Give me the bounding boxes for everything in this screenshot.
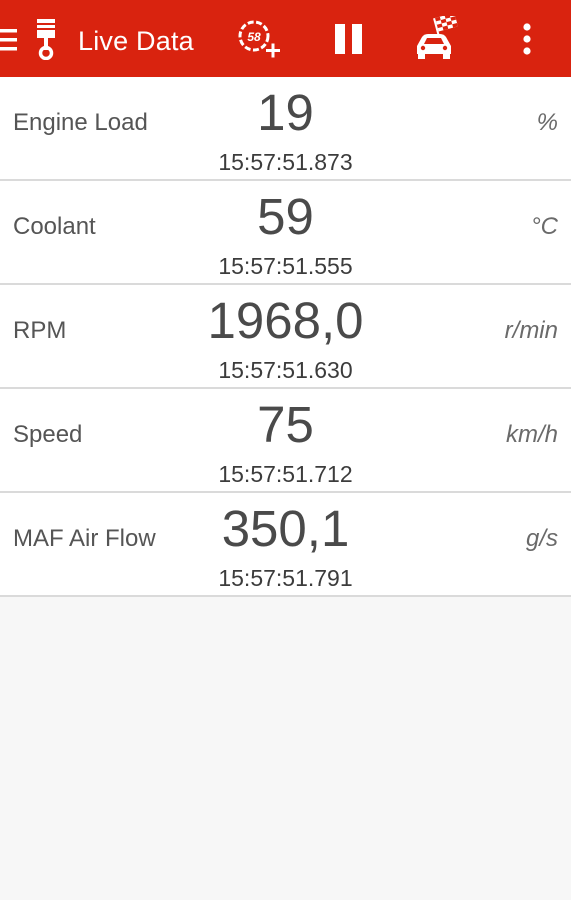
parameter-value: 19 [257, 84, 314, 141]
add-gauge-button[interactable]: 58 [236, 18, 282, 60]
parameter-timestamp: 15:57:51.712 [218, 461, 353, 487]
list-item-maf-air-flow[interactable]: MAF Air Flow 350,1 15:57:51.791 g/s [0, 493, 571, 597]
list-item-speed[interactable]: Speed 75 15:57:51.712 km/h [0, 389, 571, 493]
parameter-unit: km/h [505, 421, 558, 448]
pause-icon [335, 24, 362, 54]
parameter-timestamp: 15:57:51.630 [218, 357, 353, 383]
parameter-timestamp: 15:57:51.555 [218, 253, 353, 279]
parameter-unit: % [536, 109, 558, 136]
gauge-add-icon: 58 [238, 20, 280, 58]
parameter-unit: g/s [525, 525, 558, 552]
app-bar: Live Data 58 [0, 0, 571, 77]
parameter-timestamp: 15:57:51.791 [218, 565, 353, 591]
parameter-timestamp: 15:57:51.873 [218, 149, 353, 175]
piston-icon [34, 18, 58, 60]
pause-button[interactable] [328, 20, 370, 58]
list-item-coolant[interactable]: Coolant 59 15:57:51.555 °C [0, 181, 571, 285]
hamburger-icon[interactable] [0, 22, 20, 58]
list-item-engine-load[interactable]: Engine Load 19 15:57:51.873 % [0, 77, 571, 181]
race-car-flag-icon [417, 16, 458, 59]
empty-area [0, 597, 571, 900]
overflow-menu-icon[interactable] [512, 19, 542, 59]
parameter-value: 1968,0 [207, 292, 364, 349]
parameter-value: 75 [257, 396, 314, 453]
live-data-list: Engine Load 19 15:57:51.873 % Coolant 59… [0, 77, 571, 597]
race-mode-button[interactable] [413, 16, 461, 60]
list-item-rpm[interactable]: RPM 1968,0 15:57:51.630 r/min [0, 285, 571, 389]
parameter-value: 350,1 [221, 500, 350, 557]
parameter-unit: r/min [504, 317, 558, 344]
parameter-value: 59 [257, 188, 314, 245]
gauge-badge-text: 58 [247, 30, 261, 44]
parameter-unit: °C [531, 213, 558, 240]
page-title: Live Data [78, 26, 194, 56]
